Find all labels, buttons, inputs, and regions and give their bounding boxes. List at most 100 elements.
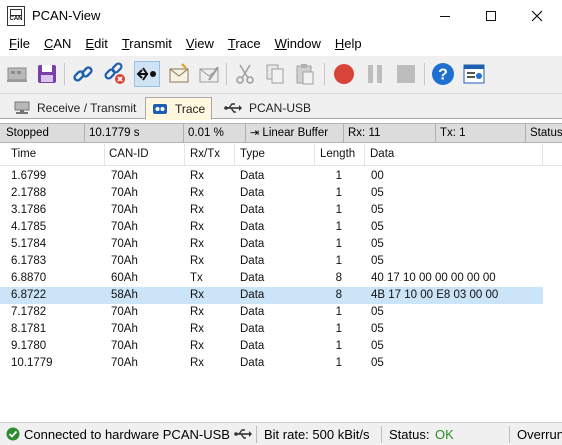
cell-dir: Rx (190, 204, 205, 216)
table-row[interactable]: 9.1780 70Ah Rx Data 1 05 (0, 338, 543, 355)
cell-len: 1 (335, 187, 342, 199)
menu-help[interactable]: Help (328, 32, 369, 56)
cell-data: 05 (371, 255, 384, 267)
trace-icon (152, 103, 168, 115)
table-row[interactable]: 6.8722 58Ah Rx Data 8 4B 17 10 00 E8 03 00 00 (0, 287, 543, 304)
cell-dir: Rx (190, 357, 205, 369)
table-row[interactable]: 6.1783 70Ah Rx Data 1 05 (0, 253, 543, 270)
menu-bar: File CAN Edit Transmit View Trace Window… (0, 32, 562, 56)
cell-id: 70Ah (111, 340, 138, 352)
stop-icon (397, 65, 415, 83)
menu-edit[interactable]: Edit (78, 32, 114, 56)
connection-status: Connected to hardware PCAN-USB (24, 427, 230, 442)
cut-button[interactable] (232, 61, 258, 87)
cell-dir: Rx (190, 221, 205, 233)
trace-buffer-usage: 0.01 % (184, 124, 246, 142)
usb-icon (224, 102, 242, 114)
menu-can[interactable]: CAN (37, 32, 78, 56)
new-message-button[interactable] (166, 61, 192, 87)
rx-tx-icon (136, 67, 156, 81)
cell-time: 9.1780 (11, 340, 47, 352)
menu-transmit[interactable]: Transmit (115, 32, 179, 56)
cell-type: Data (240, 221, 265, 233)
trace-buffer-mode[interactable]: ⇥ Linear Buffer (246, 124, 344, 142)
cell-type: Data (240, 323, 265, 335)
cell-id: 70Ah (111, 323, 138, 335)
pause-button[interactable] (362, 61, 388, 87)
status-label: Status: (389, 427, 430, 442)
copy-icon (266, 64, 284, 84)
col-time[interactable]: Time (11, 148, 36, 160)
col-rx-tx[interactable]: Rx/Tx (190, 148, 220, 160)
cell-data: 05 (371, 204, 384, 216)
table-row[interactable]: 10.1779 70Ah Rx Data 1 05 (0, 355, 543, 372)
trace-tx-count: Tx: 1 (436, 124, 526, 142)
cell-type: Data (240, 204, 265, 216)
table-row[interactable]: 6.8870 60Ah Tx Data 8 40 17 10 00 00 00 00 00 (0, 270, 543, 287)
properties-button[interactable] (461, 61, 487, 87)
cell-len: 1 (335, 323, 342, 335)
col-length[interactable]: Length (320, 148, 355, 160)
table-row[interactable]: 4.1785 70Ah Rx Data 1 05 (0, 219, 543, 236)
table-row[interactable]: 8.1781 70Ah Rx Data 1 05 (0, 321, 543, 338)
trace-status: Status (530, 127, 562, 139)
title-bar: CAN PCAN-View (0, 0, 562, 32)
menu-view[interactable]: View (179, 32, 221, 56)
table-row[interactable]: 5.1784 70Ah Rx Data 1 05 (0, 236, 543, 253)
cell-data: 05 (371, 187, 384, 199)
cell-type: Data (240, 170, 265, 182)
save-button[interactable] (34, 61, 60, 87)
menu-trace[interactable]: Trace (221, 32, 268, 56)
minimize-button[interactable] (422, 0, 468, 32)
cell-time: 2.1788 (11, 187, 47, 199)
table-row[interactable]: 2.1788 70Ah Rx Data 1 05 (0, 185, 543, 202)
menu-file[interactable]: File (2, 32, 37, 56)
buffer-end-icon: ⇥ (250, 127, 260, 139)
col-can-id[interactable]: CAN-ID (109, 148, 149, 160)
link-button[interactable] (70, 61, 96, 87)
copy-button[interactable] (262, 61, 288, 87)
table-row[interactable]: 3.1786 70Ah Rx Data 1 05 (0, 202, 543, 219)
close-button[interactable] (514, 0, 560, 32)
col-data[interactable]: Data (370, 148, 394, 160)
rx-tx-button[interactable] (134, 61, 160, 87)
cell-len: 1 (335, 306, 342, 318)
edit-message-button[interactable] (196, 61, 222, 87)
tab-trace[interactable]: Trace (145, 97, 213, 120)
cell-data: 05 (371, 238, 384, 250)
menu-window[interactable]: Window (268, 32, 328, 56)
cell-time: 6.8722 (11, 289, 47, 301)
status-ok: OK (435, 427, 454, 442)
help-icon: ? (432, 63, 454, 85)
overrun-status: Overrun (517, 427, 562, 442)
pause-icon (368, 65, 382, 83)
connect-button[interactable] (4, 61, 30, 87)
tab-pcan-usb[interactable]: PCAN-USB (218, 97, 317, 119)
disconnect-button[interactable] (102, 61, 128, 87)
table-row[interactable]: 1.6799 70Ah Rx Data 1 00 (0, 168, 543, 185)
app-logo-icon: CAN (7, 6, 25, 26)
cell-dir: Rx (190, 187, 205, 199)
cell-dir: Rx (190, 289, 205, 301)
help-button[interactable]: ? (430, 61, 456, 87)
maximize-button[interactable] (468, 0, 514, 32)
table-row[interactable]: 7.1782 70Ah Rx Data 1 05 (0, 304, 543, 321)
tab-receive-transmit[interactable]: Receive / Transmit (8, 97, 142, 119)
cell-dir: Rx (190, 255, 205, 267)
trace-state: Stopped (2, 124, 85, 142)
table-header: Time CAN-ID Rx/Tx Type Length Data (0, 144, 562, 166)
col-type[interactable]: Type (240, 148, 265, 160)
cell-id: 60Ah (111, 272, 138, 284)
cell-time: 6.8870 (11, 272, 47, 284)
cell-len: 1 (335, 204, 342, 216)
paste-button[interactable] (292, 61, 318, 87)
record-button[interactable] (331, 61, 357, 87)
cell-len: 1 (335, 340, 342, 352)
cut-icon (236, 64, 254, 84)
cell-type: Data (240, 238, 265, 250)
stop-button[interactable] (393, 61, 419, 87)
cell-id: 70Ah (111, 204, 138, 216)
cell-dir: Rx (190, 170, 205, 182)
trace-elapsed: 10.1779 s (85, 124, 184, 142)
status-bar: Connected to hardware PCAN-USB Bit rate:… (0, 422, 562, 445)
